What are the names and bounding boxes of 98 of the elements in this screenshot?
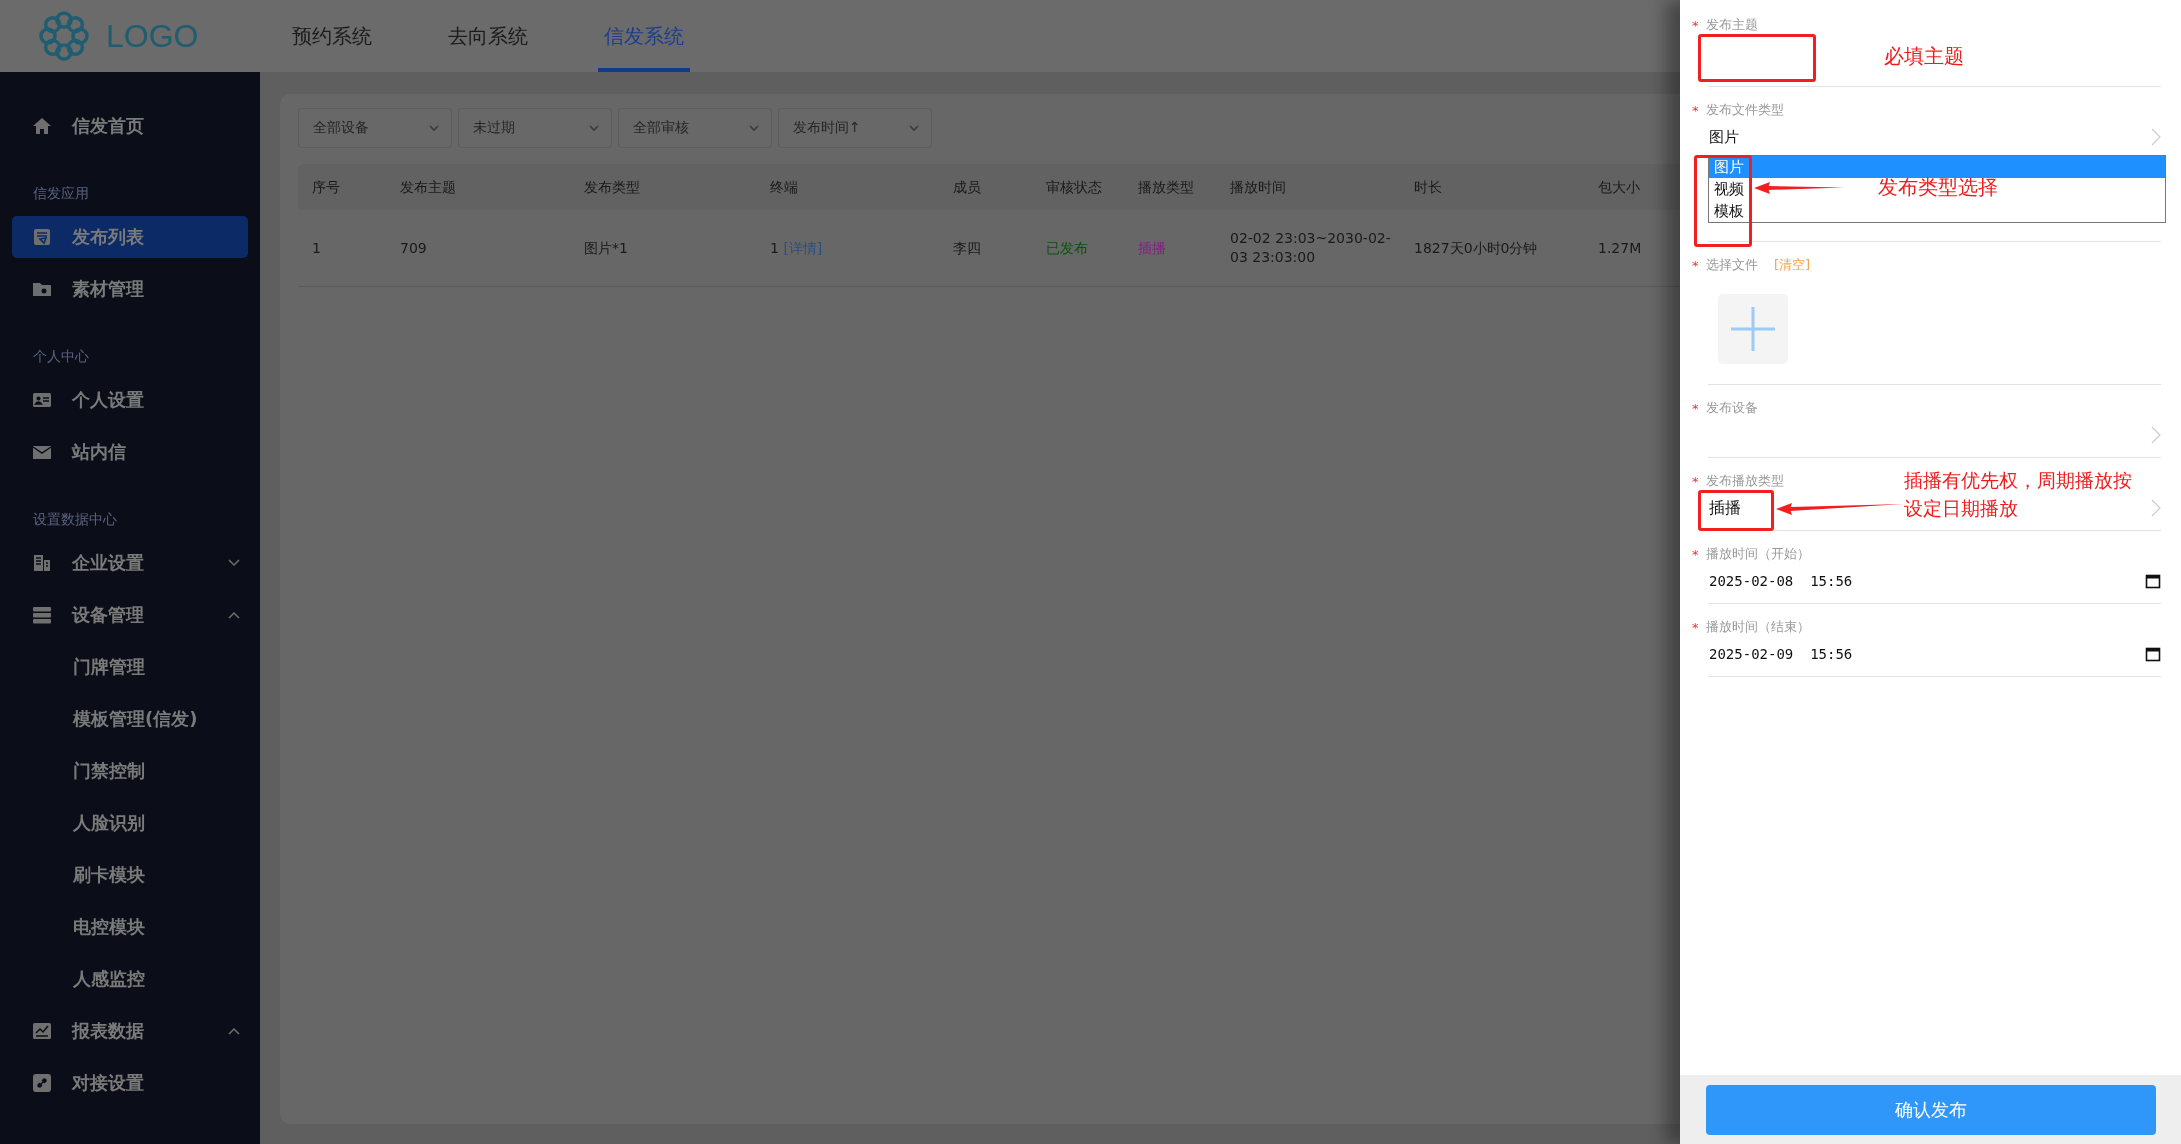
upload-button[interactable] — [1718, 294, 1788, 364]
sidebar-subitem[interactable]: 门牌管理 — [0, 641, 260, 693]
play-type-value[interactable]: 插播 — [1709, 497, 1741, 519]
sidebar-item[interactable]: 发布列表 — [12, 216, 248, 258]
filter-select[interactable]: 未过期 — [458, 108, 612, 148]
sidebar-item[interactable]: 个人设置 — [0, 374, 260, 426]
table-cell-text: 1.27M — [1597, 238, 1643, 258]
chevron-right-icon — [2151, 425, 2161, 445]
sidebar-subitem[interactable]: 电控模块 — [0, 901, 260, 953]
document-icon — [32, 227, 52, 247]
sidebar-subitem[interactable]: 刷卡模块 — [0, 849, 260, 901]
filter-select[interactable]: 全部设备 — [298, 108, 452, 148]
table-cell: 1 — [770, 239, 779, 256]
confirm-publish-button[interactable]: 确认发布 — [1705, 1084, 2156, 1135]
column-header: 时长 — [1413, 177, 1443, 197]
required-mark: * — [1692, 400, 1700, 416]
field-label: 发布播放类型 — [1706, 472, 1784, 490]
home-icon — [32, 116, 52, 136]
required-mark: * — [1692, 257, 1700, 273]
calendar-icon — [2145, 573, 2161, 589]
sidebar-section-title: 信发应用 — [32, 183, 90, 203]
column-header: 发布类型 — [583, 177, 641, 197]
option-item[interactable]: 模板 — [1709, 200, 1750, 222]
chevron-right-icon — [2151, 498, 2161, 518]
sidebar-item[interactable]: 站内信 — [0, 426, 260, 478]
column-header: 序号 — [311, 177, 341, 197]
filter-select[interactable]: 发布时间↑ — [778, 108, 932, 148]
caret-icon — [429, 124, 439, 132]
sidebar-item-label: 个人设置 — [72, 388, 145, 412]
nav-tab[interactable]: 去向系统 — [442, 0, 534, 72]
datetime-field[interactable]: 2025-02-09 15:56 — [1709, 646, 2145, 662]
field-label: 发布设备 — [1706, 399, 1758, 417]
building-icon — [32, 553, 52, 573]
id-card-icon — [32, 390, 52, 410]
option-item[interactable]: 图片 — [1709, 156, 2165, 178]
table-cell-text: 图片*1 — [583, 238, 629, 258]
datetime-field[interactable]: 2025-02-08 15:56 — [1709, 573, 2145, 589]
column-header: 审核状态 — [1045, 177, 1103, 197]
field-label: 选择文件 — [1706, 256, 1758, 274]
column-header: 播放类型 — [1137, 177, 1195, 197]
plus-icon — [1731, 307, 1775, 351]
field-label: 播放时间（开始） — [1706, 545, 1810, 563]
sidebar-item-label: 对接设置 — [72, 1071, 145, 1095]
column-header: 播放时间 — [1229, 177, 1287, 197]
sidebar-item[interactable]: 企业设置 — [0, 537, 260, 589]
sidebar-item-label: 站内信 — [72, 440, 127, 464]
caret-icon — [749, 124, 759, 132]
required-mark: * — [1692, 102, 1700, 118]
sidebar-subitem[interactable]: 门禁控制 — [0, 745, 260, 797]
sidebar-item-label: 设备管理 — [72, 603, 145, 627]
logo-icon — [38, 10, 90, 62]
annotation-note: 必填主题 — [1884, 43, 1964, 70]
sidebar-item[interactable]: 对接设置 — [0, 1057, 260, 1109]
required-mark: * — [1692, 17, 1700, 33]
field-label: 播放时间（结束） — [1706, 618, 1810, 636]
required-mark: * — [1692, 546, 1700, 562]
sidebar-section-title: 个人中心 — [32, 346, 90, 366]
play-type-text: 插播 — [1137, 238, 1167, 258]
table-cell-text: 1 — [311, 238, 322, 258]
column-header: 终端 — [769, 177, 799, 197]
option-item[interactable]: 视频 — [1709, 178, 1750, 200]
file-type-value[interactable]: 图片 — [1709, 127, 2151, 147]
sidebar-section-title: 设置数据中心 — [32, 509, 118, 529]
sidebar-subitem[interactable]: 人感监控 — [0, 953, 260, 1005]
server-icon — [32, 605, 52, 625]
sidebar-subitem[interactable]: 模板管理(信发) — [0, 693, 260, 745]
sidebar-item-label: 企业设置 — [72, 551, 145, 575]
sidebar-item-label: 报表数据 — [72, 1019, 145, 1043]
link-icon — [32, 1073, 52, 1093]
sidebar-item-label: 发布列表 — [72, 225, 145, 249]
field-label: 发布主题 — [1706, 16, 1758, 34]
caret-icon — [909, 124, 919, 132]
table-cell-text: 02-02 23:03~2030-02-03 23:03:00 — [1229, 229, 1392, 267]
filter-select[interactable]: 全部审核 — [618, 108, 772, 148]
logo-text: LOGO — [106, 17, 199, 55]
column-header: 包大小 — [1597, 177, 1641, 197]
required-mark: * — [1692, 619, 1700, 635]
column-header: 成员 — [952, 177, 982, 197]
required-mark: * — [1692, 473, 1700, 489]
nav-tab[interactable]: 预约系统 — [286, 0, 378, 72]
field-label: 发布文件类型 — [1706, 101, 1784, 119]
sidebar-item-label: 素材管理 — [72, 277, 145, 301]
table-cell-text: 709 — [399, 238, 428, 258]
table-cell-text: 1827天0小时0分钟 — [1413, 238, 1539, 258]
column-header: 发布主题 — [399, 177, 457, 197]
annotation-note: 插播有优先权，周期播放按设定日期播放 — [1904, 468, 2133, 521]
sidebar-item[interactable]: 报表数据 — [0, 1005, 260, 1057]
sidebar-subitem[interactable]: 人脸识别 — [0, 797, 260, 849]
chevron-right-icon — [2151, 127, 2161, 147]
sidebar-item[interactable]: 信发首页 — [0, 100, 260, 152]
calendar-icon — [2145, 646, 2161, 662]
chart-icon — [32, 1021, 52, 1041]
table-cell-text: 李四 — [952, 238, 982, 258]
sidebar-item[interactable]: 素材管理 — [0, 263, 260, 315]
status-text: 已发布 — [1045, 238, 1089, 258]
caret-icon — [589, 124, 599, 132]
sidebar-item[interactable]: 设备管理 — [0, 589, 260, 641]
sidebar-item-label: 信发首页 — [72, 114, 145, 138]
